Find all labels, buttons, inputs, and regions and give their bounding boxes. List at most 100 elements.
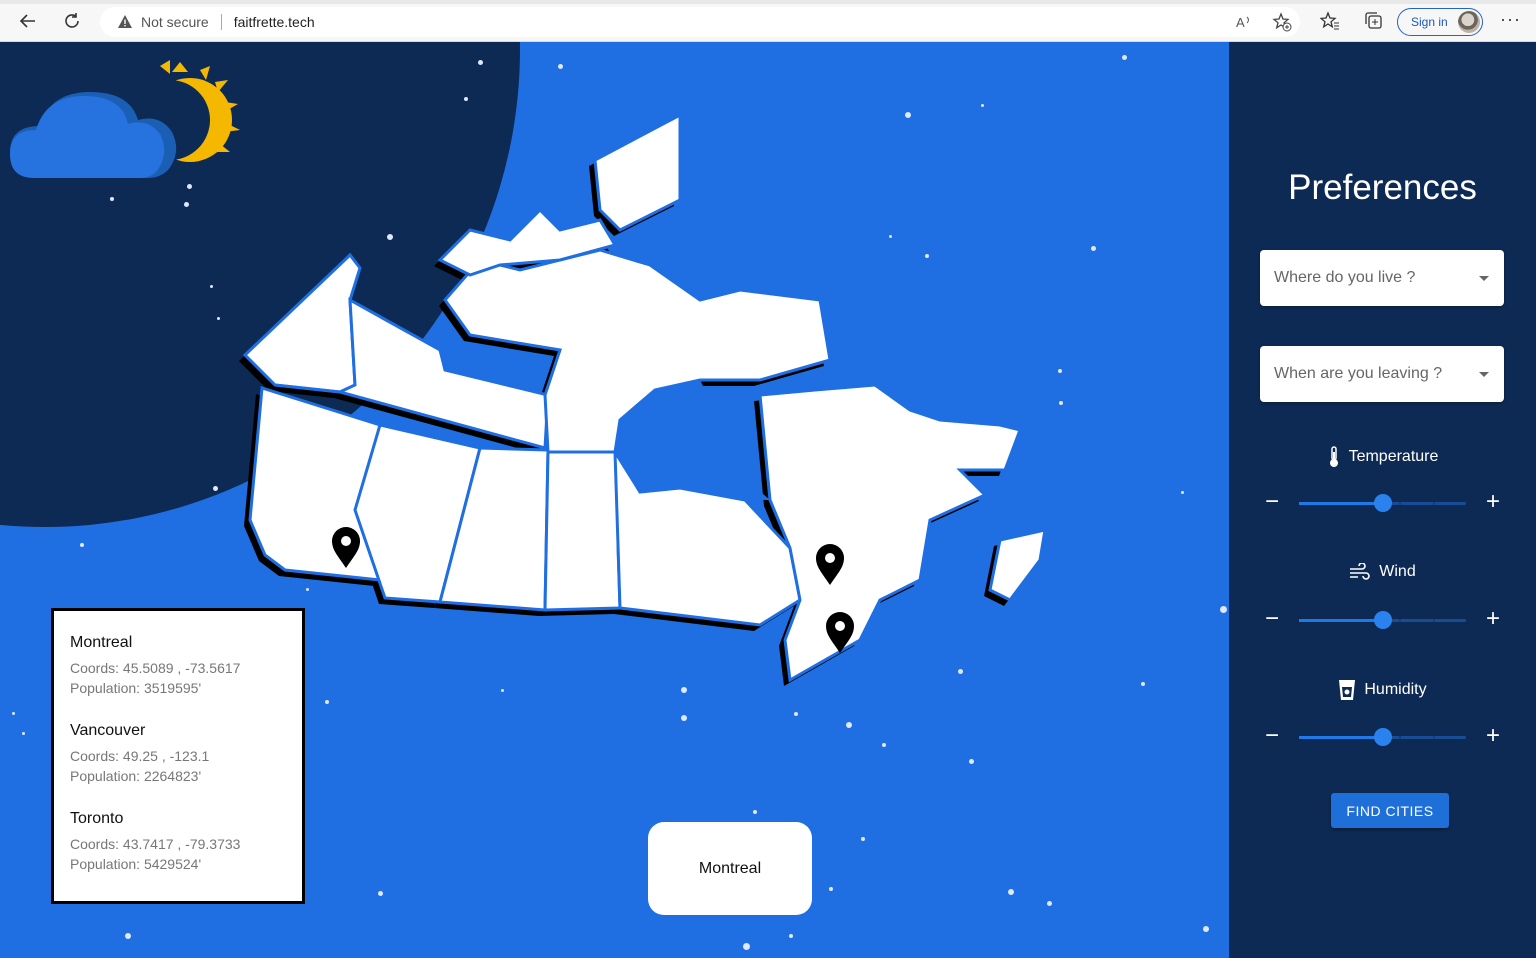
thermometer-icon [1329,446,1338,467]
star-dot [861,837,865,841]
read-aloud-icon[interactable]: A [1234,12,1254,32]
humidity-decrease-button[interactable]: − [1260,724,1284,749]
star-dot [558,64,563,69]
star-dot [378,891,383,896]
star-dot [1203,926,1209,932]
wind-label-row: Wind [1229,563,1536,581]
star-dot [464,97,468,101]
star-dot [789,934,793,938]
home-city-placeholder: Where do you live ? [1274,269,1416,286]
wind-label: Wind [1379,563,1416,580]
star-dot [213,486,218,491]
city-population: Population: 3519595' [70,680,202,696]
selected-city-label: Montreal [698,859,762,877]
humidity-slider-row: − + [1229,724,1536,749]
slider-tick [1432,619,1435,622]
slider-tick [1399,736,1402,739]
slider-tick [1432,736,1435,739]
star-dot [1059,401,1063,405]
back-button[interactable] [16,9,40,33]
slider-tick [1399,502,1402,505]
slider-fill [1299,619,1383,622]
star-dot [125,933,131,939]
star-dot [1047,901,1052,906]
map-area: Montreal Coords: 45.5089 , -73.5617 Popu… [0,42,1229,958]
star-dot [1091,246,1096,251]
humidity-increase-button[interactable]: + [1481,724,1505,749]
temperature-slider[interactable] [1299,494,1466,512]
find-cities-button[interactable]: FIND CITIES [1331,793,1449,828]
humidity-slider[interactable] [1299,728,1466,746]
star-dot [681,715,687,721]
star-dot [969,759,974,764]
arrow-left-icon [19,14,35,28]
temperature-slider-row: − + [1229,490,1536,515]
security-label: Not secure [141,14,209,30]
star-dot [325,700,329,704]
temperature-label-row: Temperature [1229,446,1536,468]
selected-city-card[interactable]: Montreal [648,822,812,915]
temperature-label: Temperature [1348,448,1439,465]
wind-decrease-button[interactable]: − [1260,607,1284,632]
wind-slider-row: − + [1229,607,1536,632]
slider-fill [1299,502,1383,505]
humidity-label-row: Humidity [1229,679,1536,701]
slider-fill [1299,736,1383,739]
wind-icon [1350,563,1371,580]
home-city-select[interactable]: Where do you live ? [1260,250,1504,306]
city-entry[interactable]: Toronto Coords: 43.7417 , -79.3733 Popul… [70,810,286,874]
slider-thumb[interactable] [1373,494,1392,512]
star-dot [743,943,750,950]
slider-tick [1399,619,1402,622]
slider-thumb[interactable] [1373,611,1392,629]
city-population: Population: 5429524' [70,856,202,872]
wind-slider[interactable] [1299,611,1466,629]
collections-icon[interactable] [1364,11,1384,31]
cup-icon [1339,680,1356,700]
star-dot [846,722,852,728]
tab-strip [0,0,1536,4]
add-favorite-icon[interactable] [1272,12,1292,32]
warning-icon [118,15,132,28]
slider-thumb[interactable] [1373,728,1392,746]
star-dot [882,743,886,747]
browser-toolbar: Not secure faitfrette.tech A Sign in ··· [0,0,1536,42]
temperature-increase-button[interactable]: + [1481,490,1505,515]
url-text: faitfrette.tech [233,14,315,30]
city-entry[interactable]: Montreal Coords: 45.5089 , -73.5617 Popu… [70,634,286,698]
temperature-decrease-button[interactable]: − [1260,490,1284,515]
humidity-label: Humidity [1364,681,1427,698]
address-separator [220,14,222,30]
star-dot [478,60,483,65]
reload-icon [65,13,79,28]
wind-increase-button[interactable]: + [1481,607,1505,632]
avatar [1458,11,1480,33]
city-name: Toronto [70,810,124,827]
sign-in-label: Sign in [1411,15,1448,29]
city-name: Montreal [70,634,133,651]
reload-button[interactable] [60,9,84,33]
canada-map [239,112,1047,686]
city-entry[interactable]: Vancouver Coords: 49.25 , -123.1 Populat… [70,722,286,786]
star-dot [217,317,220,320]
star-dot [80,543,84,547]
star-dot [12,712,15,715]
star-dot [1008,889,1014,895]
city-coords: Coords: 49.25 , -123.1 [70,748,210,764]
address-bar[interactable]: Not secure faitfrette.tech A [100,7,1300,37]
star-dot [184,202,189,207]
star-dot [1141,682,1145,686]
star-dot [1181,491,1184,494]
cloud-sun-logo [10,60,240,178]
star-dot [794,712,798,716]
slider-tick [1432,502,1435,505]
favorites-icon[interactable] [1320,11,1340,31]
departure-date-select[interactable]: When are you leaving ? [1260,346,1504,402]
sign-in-button[interactable]: Sign in [1397,8,1483,36]
star-dot [829,887,833,891]
city-name: Vancouver [70,722,146,739]
departure-date-placeholder: When are you leaving ? [1274,365,1443,382]
star-dot [210,285,213,288]
chevron-down-icon [1479,372,1489,377]
more-menu-button[interactable]: ··· [1500,9,1521,30]
